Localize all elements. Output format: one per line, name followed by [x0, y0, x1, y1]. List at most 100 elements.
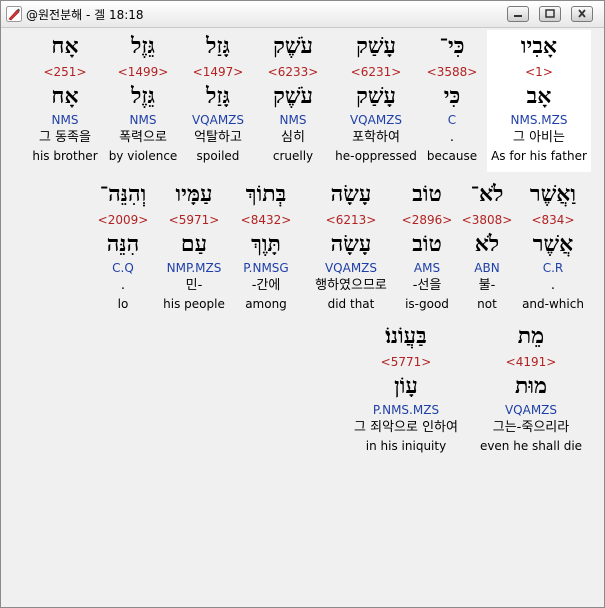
strong-number: <5771>	[380, 355, 432, 369]
word-cell[interactable]: בְּתוֹךְ <8432> תָּוֶךְ P.NMSG -간에 among	[235, 178, 297, 320]
korean-gloss: .	[550, 278, 556, 293]
word-cell[interactable]: כִּי־ <3588> כִּי C. because	[419, 30, 485, 172]
english-gloss: because	[426, 149, 478, 163]
strong-number: <6231>	[350, 65, 402, 79]
hebrew-word: גָּזַל	[206, 33, 230, 59]
strong-number: <834>	[531, 213, 575, 227]
hebrew-word: כִּי־	[439, 33, 465, 59]
minimize-button[interactable]	[507, 6, 529, 22]
word-cell[interactable]: בַּעֲוֹנוֹ׃ <5771> עָוֹן P.NMS.MZS 그 죄악으로 인하…	[337, 320, 475, 462]
english-gloss: spoiled	[196, 149, 240, 163]
english-gloss: even he shall die	[479, 439, 583, 453]
lemma-word: אֲשֶׁר	[532, 231, 574, 257]
strong-number: <6213>	[325, 213, 377, 227]
strong-number: <3808>	[461, 213, 513, 227]
word-cell[interactable]: אָח <251> אָח NMS 그 동족을 his brother	[27, 30, 103, 172]
parsing-code: NMS	[129, 113, 157, 127]
hebrew-word: עָשָׂה	[330, 181, 372, 207]
window-title: @원전분해 - 겔 18:18	[26, 8, 144, 22]
korean-gloss: 민-	[185, 278, 203, 293]
word-cell[interactable]: טוֹב <2896> טוֹב AMS -선을 is-good	[397, 178, 457, 320]
app-window: @원전분해 - 겔 18:18 אָבִיו <1> אָב NMS.MZS 그 아비는…	[0, 0, 605, 608]
korean-gloss: 그 아비는	[513, 130, 565, 145]
word-cell[interactable]: וְהִנֵּה־ <2009> הִנֵּה C.Q. lo	[89, 178, 157, 320]
hebrew-word: לֹא־	[470, 181, 504, 207]
english-gloss: not	[477, 297, 497, 311]
hebrew-word: מֵת	[517, 323, 545, 349]
korean-gloss: 폭력으로	[119, 130, 167, 145]
word-cell[interactable]: וַאֲשֶׁר <834> אֲשֶׁר C.R. and-which	[515, 178, 591, 320]
hebrew-word: אָבִיו	[520, 33, 558, 59]
app-pen-icon[interactable]	[6, 6, 22, 22]
korean-gloss: 그는-죽으리라	[492, 420, 570, 435]
parsing-code: ABN	[474, 261, 500, 275]
strong-number: <2009>	[97, 213, 149, 227]
lemma-word: מוּת	[514, 373, 548, 399]
hebrew-word: וַאֲשֶׁר	[529, 181, 577, 207]
hebrew-word: עָשַׁק	[356, 33, 396, 59]
word-cell[interactable]: גֵּזֶל <1499> גֵּזֶל NMS 폭력으로 by violence	[105, 30, 181, 172]
korean-gloss: -선을	[412, 278, 442, 293]
english-gloss: did that	[327, 297, 375, 311]
hebrew-word: אָח	[51, 33, 79, 59]
lemma-word: עַם	[180, 231, 208, 257]
korean-gloss: -간에	[251, 278, 281, 293]
strong-number: <1>	[525, 65, 553, 79]
lemma-word: לֹא	[474, 231, 500, 257]
parsing-code: C.Q	[112, 261, 134, 275]
parsing-code: VQAMZS	[324, 261, 378, 275]
strong-number: <6233>	[267, 65, 319, 79]
word-cell[interactable]: עֹשֶׁק <6233> עֹשֶׁק NMS 심히 cruelly	[263, 30, 323, 172]
parsing-code: VQAMZS	[191, 113, 245, 127]
word-cell[interactable]: מֵת <4191> מוּת VQAMZS 그는-죽으리라 even he shall …	[479, 320, 583, 462]
word-cell[interactable]: עָשַׁק <6231> עָשַׁק VQAMZS 포학하여 he-oppressed	[331, 30, 421, 172]
korean-gloss: 그 동족을	[39, 130, 91, 145]
word-cell[interactable]: עַמָּיו <5971> עַם NMP.MZS 민-his people	[161, 178, 227, 320]
parsing-code: C	[447, 113, 457, 127]
hebrew-word: טוֹב	[412, 181, 442, 207]
parsing-code: NMS	[51, 113, 79, 127]
english-gloss: lo	[117, 297, 129, 311]
korean-gloss: 억탈하고	[194, 130, 242, 145]
lemma-word: עֹשֶׁק	[273, 83, 313, 109]
english-gloss: among	[245, 297, 287, 311]
english-gloss: his brother	[32, 149, 98, 163]
english-gloss: cruelly	[272, 149, 314, 163]
korean-gloss: 그 죄악으로 인하여	[354, 420, 458, 435]
korean-gloss: 행하였으므로	[315, 278, 387, 293]
parsing-code: NMS	[279, 113, 307, 127]
lemma-word: עָוֹן	[394, 373, 418, 399]
strong-number: <3588>	[426, 65, 478, 79]
lemma-word: כִּי	[443, 83, 461, 109]
parsing-code: P.NMSG	[243, 261, 289, 275]
word-cell[interactable]: לֹא־ <3808> לֹא ABN 불-not	[461, 178, 513, 320]
korean-gloss: 포학하여	[352, 130, 400, 145]
korean-gloss: .	[449, 130, 455, 145]
title-bar[interactable]: @원전분해 - 겔 18:18	[1, 1, 604, 28]
korean-gloss: .	[120, 278, 126, 293]
word-cell[interactable]: גָּזַל <1497> גָּזַל VQAMZS 억탈하고 spoiled	[183, 30, 253, 172]
word-cell[interactable]: עָשָׂה <6213> עָשָׂה VQAMZS 행하였으므로 did that	[313, 178, 389, 320]
parsing-code: VQAMZS	[349, 113, 403, 127]
strong-number: <5971>	[168, 213, 220, 227]
english-gloss: As for his father	[491, 149, 587, 163]
parsing-code: NMS.MZS	[510, 113, 568, 127]
maximize-button[interactable]	[539, 6, 561, 22]
word-cell[interactable]: אָבִיו <1> אָב NMS.MZS 그 아비는 As for his fathe…	[487, 30, 591, 172]
lemma-word: אָח	[51, 83, 79, 109]
strong-number: <8432>	[240, 213, 292, 227]
parsing-code: NMP.MZS	[166, 261, 222, 275]
english-gloss: his people	[163, 297, 225, 311]
lemma-word: הִנֵּה	[106, 231, 140, 257]
strong-number: <1497>	[192, 65, 244, 79]
lemma-word: עָשַׁק	[356, 83, 396, 109]
analysis-panel: אָבִיו <1> אָב NMS.MZS 그 아비는 As for his fathe…	[1, 28, 604, 607]
lemma-word: גֵּזֶל	[131, 83, 155, 109]
strong-number: <2896>	[401, 213, 453, 227]
hebrew-word: וְהִנֵּה־	[99, 181, 147, 207]
hebrew-word: גֵּזֶל	[131, 33, 155, 59]
parsing-code: C.R	[542, 261, 564, 275]
close-button[interactable]	[571, 6, 593, 22]
strong-number: <4191>	[505, 355, 557, 369]
strong-number: <1499>	[117, 65, 169, 79]
